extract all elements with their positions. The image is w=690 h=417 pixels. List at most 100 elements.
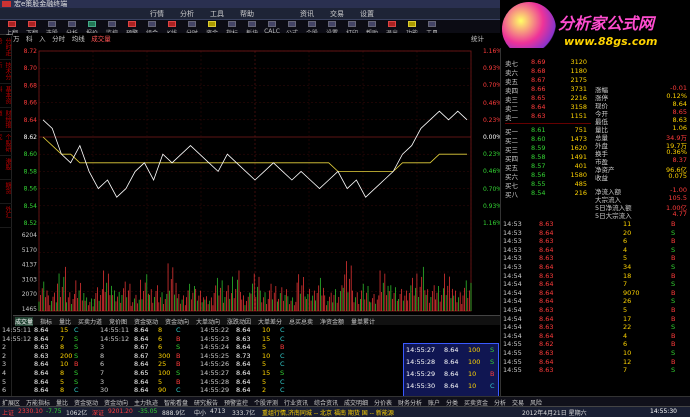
chart-tab-wan[interactable]: 万	[13, 35, 20, 43]
tick-row[interactable]: 14:53 8.63 11 B	[503, 220, 689, 228]
orderbook-ask-row[interactable]: 卖一 8.63 1151	[505, 112, 591, 122]
orderbook-bid-row[interactable]: 买四 8.58 1491	[505, 153, 591, 163]
tick-row[interactable]: 14:53 8.64 4 S	[503, 246, 689, 254]
selected-trades-highlight[interactable]: 14:55:27 8.64 100 S 14:55:28 8.64 100 S 14:55:29…	[403, 343, 499, 397]
indicator-tab[interactable]: 总买总卖	[289, 317, 313, 326]
chart-tab-average[interactable]: 均线	[72, 35, 85, 43]
chart-tab-intraday[interactable]: 分时	[52, 35, 65, 43]
indicator-tab[interactable]: 成交量	[15, 317, 34, 326]
indicator-tab[interactable]: 指标	[40, 317, 52, 326]
tick-row[interactable]: 14:53 8.64 34 S	[503, 263, 689, 271]
tick-row[interactable]: 14:55 8.62 6 B	[503, 340, 689, 348]
highlighted-trade-row[interactable]: 14:55:29 8.64 10 B	[404, 370, 498, 379]
indicator-tab[interactable]: 量比	[59, 317, 71, 326]
sidebar-item-research[interactable]: 个股研究	[0, 132, 12, 156]
info-value: -0.01	[670, 84, 687, 92]
sidebar-item-intraday[interactable]: 分时走势	[0, 36, 12, 60]
status-sz-label: 深证	[92, 410, 105, 417]
bid-price: 8.56	[531, 171, 546, 179]
sidebar-item-technical[interactable]: 技术分析	[0, 60, 12, 84]
trade-cell: 90	[158, 386, 167, 395]
tick-row[interactable]: 14:53 8.63 5 B	[503, 254, 689, 262]
highlighted-trade-row[interactable]: 14:55:27 8.64 100 S	[404, 346, 498, 355]
tick-row[interactable]: 14:54 8.64 7 S	[503, 280, 689, 288]
orderbook-bid-row[interactable]: 买一 8.61 751	[505, 126, 591, 136]
bid-volume: 1491	[570, 153, 587, 161]
sidebar-item-hk[interactable]: 港股	[0, 156, 12, 180]
tick-row[interactable]: 14:55 8.63 10 S	[503, 349, 689, 357]
orderbook-bid-row[interactable]: 买六 8.56 1580	[505, 171, 591, 181]
tick-row[interactable]: 14:54 8.64 17 B	[503, 315, 689, 323]
help-icon	[368, 21, 376, 27]
trade-cell: 8.63	[236, 334, 251, 343]
trade-cell: 8.64	[236, 326, 251, 334]
sidebar-item-forex[interactable]: 外汇	[0, 204, 12, 228]
indicator-tab[interactable]: 大单动向	[196, 317, 220, 326]
orderbook-ask-row[interactable]: 卖五 8.67 2175	[505, 76, 591, 86]
tick-row[interactable]: 14:55 8.64 12 B	[503, 358, 689, 366]
status-news-ticker[interactable]: 重组行情,济南同城 -- 北京 福南 期货 国 -- 新能源	[262, 408, 394, 417]
orderbook-bid-row[interactable]: 买二 8.60 1473	[505, 135, 591, 145]
trade-row[interactable]: 14:55:11 8.64 15 C 14:55:11 8.64 8 C 14:55:22 8.6…	[0, 326, 500, 335]
tick-row[interactable]: 14:53 8.63 6 B	[503, 237, 689, 245]
intraday-chart[interactable]: 8.72 8.70 8.68 8.66 8.64 8.62 8.60 8.58 8.56 8.54…	[13, 43, 473, 313]
menu-item-analysis[interactable]: 分析	[180, 9, 194, 19]
orderbook-bid-row[interactable]: 买八 8.54 216	[505, 189, 591, 199]
tick-row[interactable]: 14:54 8.64 26 S	[503, 297, 689, 305]
indicator-tab[interactable]: 竞价图	[109, 317, 127, 326]
menu-item-tools[interactable]: 工具	[210, 9, 224, 19]
indicator-tab[interactable]: 资金动向	[165, 317, 189, 326]
indicator-tab[interactable]: 大单差分	[258, 317, 282, 326]
sidebar-item-futures[interactable]: 期货	[0, 180, 12, 204]
indicator-tab[interactable]: 量单累计	[351, 317, 375, 326]
quote-panel: 卖七 8.69 3120 卖六 8.68 1180 卖五 8.67 2175 卖四 8.66 3731…	[500, 48, 690, 396]
tick-price: 8.64	[539, 228, 554, 237]
menu-item-settings[interactable]: 设置	[360, 9, 374, 19]
orderbook-bid-row[interactable]: 买五 8.57 401	[505, 162, 591, 172]
tick-row[interactable]: 14:54 8.63 5 B	[503, 306, 689, 314]
highlighted-trade-row[interactable]: 14:55:30 8.64 10 C	[404, 382, 498, 391]
menu-item-trade[interactable]: 交易	[330, 9, 344, 19]
trade-side: S	[490, 358, 495, 366]
bid-volume: 216	[574, 189, 587, 197]
orderbook-ask-row[interactable]: 卖七 8.69 3120	[505, 58, 591, 68]
orderbook-ask-row[interactable]: 卖六 8.68 1180	[505, 67, 591, 77]
trade-cell: 15	[60, 326, 69, 334]
tick-row[interactable]: 14:53 8.64 20 S	[503, 229, 689, 237]
trade-cell: 10	[262, 326, 271, 334]
trade-cell: C	[280, 326, 285, 334]
menu-item-market[interactable]: 行情	[150, 9, 164, 19]
orderbook-ask-row[interactable]: 卖三 8.65 2216	[505, 94, 591, 104]
indicator-tab[interactable]: 净资金额	[320, 317, 344, 326]
tick-price: 8.63	[539, 366, 554, 375]
menu-item-help[interactable]: 帮助	[240, 9, 254, 19]
orderbook-ask-row[interactable]: 卖四 8.66 3731	[505, 85, 591, 95]
flow-value: -1.00	[670, 186, 687, 194]
calculator-icon	[268, 21, 276, 27]
trade-row[interactable]: 14:55:12 8.64 7 S 14:55:12 8.64 6 B 14:55:23 8.63…	[0, 335, 500, 344]
indicator-tab[interactable]: 涨跌动因	[227, 317, 251, 326]
sidebar-item-news[interactable]: 财经报道	[0, 108, 12, 132]
sidebar-item-basic-info[interactable]: 基本资料	[0, 84, 12, 108]
tick-row[interactable]: 14:54 8.64 4 B	[503, 332, 689, 340]
brand-name: 分析家公式网	[558, 14, 655, 33]
flow-value: 4.77	[672, 210, 687, 218]
orderbook-bid-row[interactable]: 买七 8.55 485	[505, 180, 591, 190]
tick-row[interactable]: 14:54 8.63 22 S	[503, 323, 689, 331]
chart-stat-button[interactable]: 统计	[471, 33, 484, 43]
tick-row[interactable]: 14:54 8.64 9070 B	[503, 289, 689, 297]
orderbook-bid-row[interactable]: 买三 8.59 1620	[505, 144, 591, 154]
indicator-tab[interactable]: 买卖力道	[78, 317, 102, 326]
tick-row[interactable]: 14:55 8.63 7 S	[503, 366, 689, 374]
orderbook-ask-row[interactable]: 卖二 8.64 3158	[505, 103, 591, 113]
tick-row[interactable]: 14:54 8.63 18 B	[503, 272, 689, 280]
chart-tab-ru[interactable]: 入	[39, 35, 46, 43]
tick-time: 14:54	[503, 331, 522, 340]
chart-tab-volume[interactable]: 成交量	[91, 35, 111, 43]
highlighted-trade-row[interactable]: 14:55:28 8.64 100 S	[404, 358, 498, 367]
indicator-tab[interactable]: 资金驱动	[134, 317, 158, 326]
trade-cell: S	[176, 343, 181, 352]
menu-item-info[interactable]: 资讯	[300, 9, 314, 19]
info-row: 量比 1.06	[595, 124, 687, 134]
chart-tab-ke[interactable]: 科	[26, 35, 33, 43]
